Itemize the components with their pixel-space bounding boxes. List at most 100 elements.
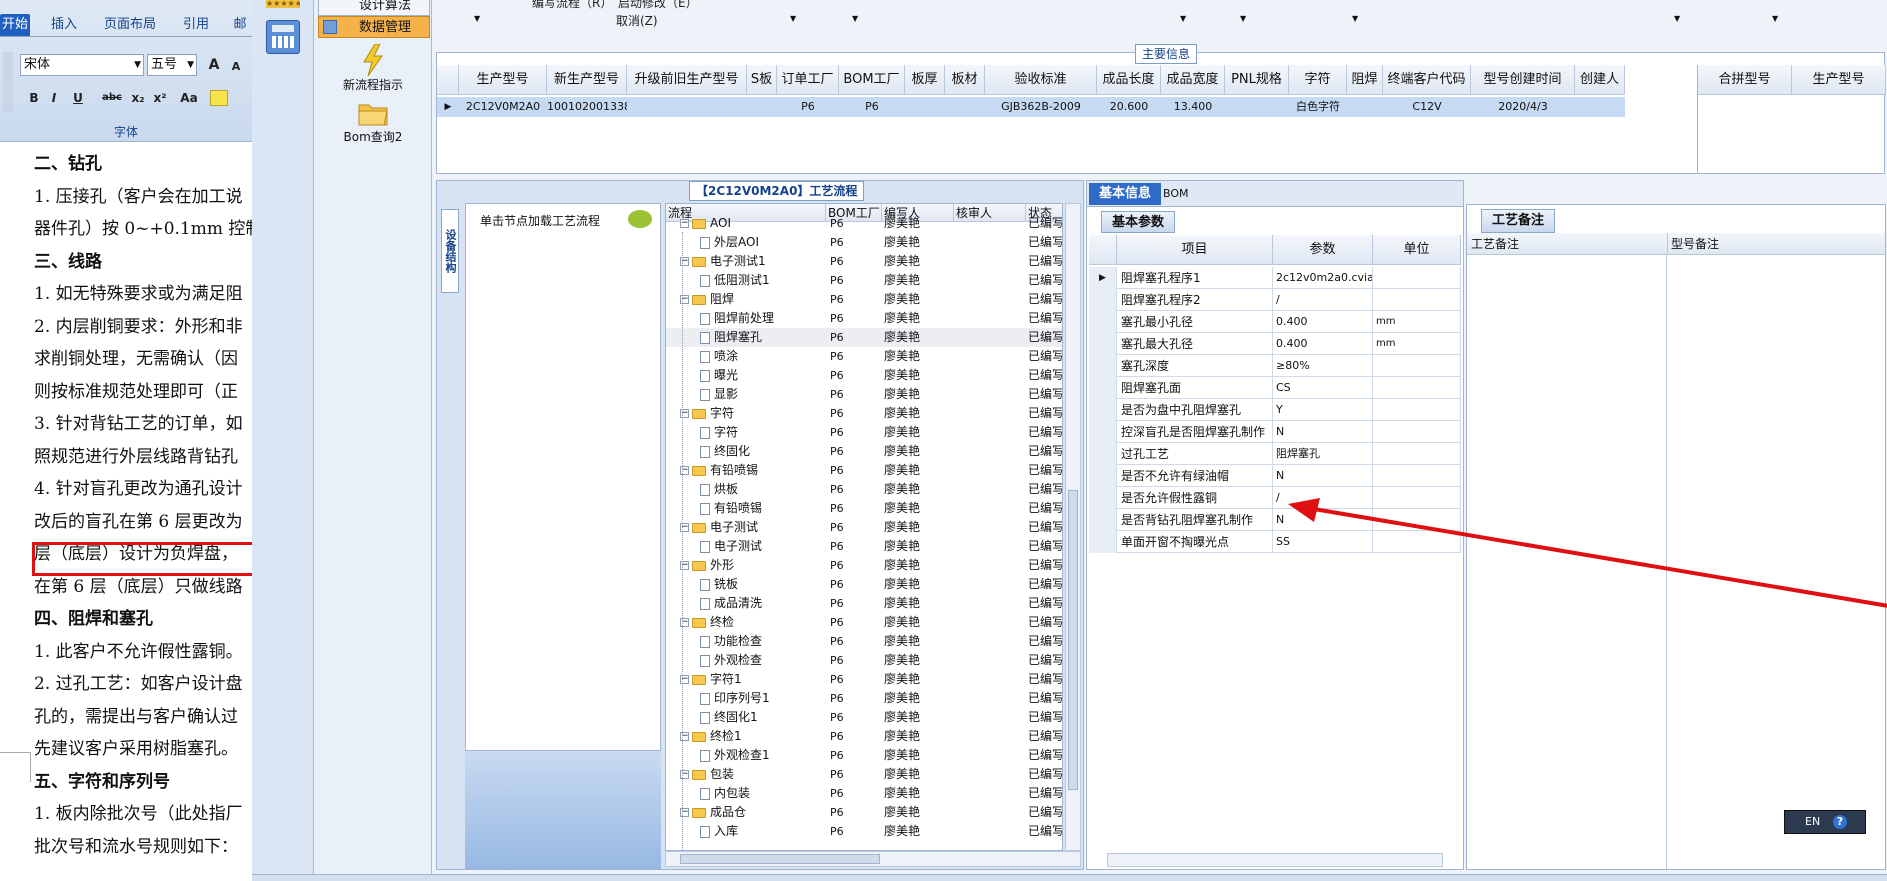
main-cell[interactable] [1347, 97, 1383, 117]
table-row[interactable]: 低阻测试1 P6 廖美艳 已编写 [666, 271, 1062, 290]
folder-icon[interactable] [358, 100, 388, 126]
main-cell[interactable]: C12V [1383, 97, 1471, 117]
main-cell[interactable]: P6 [839, 97, 905, 117]
main-cell[interactable] [747, 97, 777, 117]
select-all-corner[interactable] [437, 65, 459, 95]
lightning-icon[interactable] [360, 43, 386, 77]
font-name-select[interactable]: 宋体 ▼ [20, 54, 144, 76]
main-cell[interactable] [1225, 97, 1289, 117]
table-row[interactable]: 有铅喷锡 P6 廖美艳 已编写 [666, 499, 1062, 518]
flow-node[interactable]: − 成品仓 [666, 803, 826, 822]
flow-node[interactable]: − 电子测试 [666, 518, 826, 537]
flow-node[interactable]: 印序列号1 [666, 689, 826, 708]
param-value[interactable]: N [1273, 465, 1373, 487]
table-row[interactable]: − AOI P6 廖美艳 已编写 [666, 214, 1062, 233]
main-cell[interactable]: 白色字符 [1289, 97, 1347, 117]
main-col-header[interactable]: 升级前旧生产型号 [627, 65, 747, 95]
table-row[interactable]: 塞孔深度 ≥80% [1089, 355, 1461, 377]
param-value[interactable]: 0.400 [1273, 333, 1373, 355]
tab-page-layout[interactable]: 页面布局 [98, 14, 162, 36]
flow-node[interactable]: 内包装 [666, 784, 826, 803]
params-hscrollbar[interactable] [1107, 853, 1443, 867]
table-row[interactable]: − 外形 P6 廖美艳 已编写 [666, 556, 1062, 575]
bold-button[interactable]: B [24, 88, 44, 108]
chevron-down-icon[interactable]: ▼ [1240, 14, 1246, 23]
table-row[interactable]: 阻焊塞孔面 CS [1089, 377, 1461, 399]
data-management-button[interactable]: 数据管理 [318, 16, 430, 38]
main-cell[interactable]: GJB362B-2009 [985, 97, 1097, 117]
main-cell[interactable]: 2020/4/3 [1471, 97, 1575, 117]
flow-node[interactable]: 铣板 [666, 575, 826, 594]
table-row[interactable]: 外观检查1 P6 廖美艳 已编写 [666, 746, 1062, 765]
table-row[interactable]: 成品清洗 P6 廖美艳 已编写 [666, 594, 1062, 613]
main-cell[interactable] [627, 97, 747, 117]
main-col-header[interactable]: PNL规格 [1225, 65, 1289, 95]
flow-node[interactable]: 功能检查 [666, 632, 826, 651]
shrink-font-button[interactable]: A [226, 57, 246, 77]
flow-node[interactable]: 外观检查 [666, 651, 826, 670]
flow-hscrollbar[interactable] [665, 851, 1081, 867]
main-col-header[interactable]: 板厚 [905, 65, 945, 95]
tab-home[interactable]: 开始 [0, 14, 30, 36]
side-col-header[interactable]: 合拼型号 [1698, 65, 1792, 95]
table-row[interactable]: 功能检查 P6 廖美艳 已编写 [666, 632, 1062, 651]
table-row[interactable]: ▶ 阻焊塞孔程序1 2c12v0m2a0.cvia [1089, 267, 1461, 289]
superscript-button[interactable]: x² [150, 88, 170, 108]
main-col-header[interactable]: 阻焊 [1347, 65, 1383, 95]
table-row[interactable]: 是否为盘中孔阻焊塞孔 Y [1089, 399, 1461, 421]
flow-vscrollbar[interactable] [1065, 203, 1081, 851]
flow-node[interactable]: − 包装 [666, 765, 826, 784]
flow-node[interactable]: 有铅喷锡 [666, 499, 826, 518]
tab-basic-params[interactable]: 基本参数 [1101, 211, 1176, 233]
grow-font-button[interactable]: A [204, 55, 224, 75]
table-row[interactable]: 阻焊塞孔 P6 廖美艳 已编写 [666, 328, 1062, 347]
underline-button[interactable]: U [68, 88, 88, 108]
subscript-button[interactable]: x₂ [128, 88, 148, 108]
bom-query-item[interactable]: Bom查询2 [314, 128, 432, 145]
main-col-header[interactable]: 成品长度 [1097, 65, 1161, 95]
tab-process-remark[interactable]: 工艺备注 [1481, 209, 1556, 233]
document-page[interactable]: 二、钻孔 1. 压接孔（客户会在加工说器件孔）按 0~+0.1mm 控制， 三、线路… [0, 142, 252, 881]
flow-node[interactable]: 外层AOI [666, 233, 826, 252]
flow-node[interactable]: 电子测试 [666, 537, 826, 556]
italic-button[interactable]: I [44, 88, 64, 108]
flow-node[interactable]: − 电子测试1 [666, 252, 826, 271]
flow-node[interactable]: 烘板 [666, 480, 826, 499]
main-cell[interactable]: P6 [777, 97, 839, 117]
table-row[interactable]: 阻焊塞孔程序2/ [1089, 289, 1461, 311]
flow-node[interactable]: 曝光 [666, 366, 826, 385]
table-row[interactable]: 外观检查 P6 廖美艳 已编写 [666, 651, 1062, 670]
table-row[interactable]: 终固化 P6 廖美艳 已编写 [666, 442, 1062, 461]
table-row[interactable]: 终固化1 P6 廖美艳 已编写 [666, 708, 1062, 727]
param-value[interactable]: 2c12v0m2a0.cvia [1273, 267, 1373, 289]
params-col-header[interactable]: 单位 [1373, 235, 1461, 265]
table-row[interactable]: − 字符 P6 廖美艳 已编写 [666, 404, 1062, 423]
font-size-select[interactable]: 五号 ▼ [147, 54, 197, 76]
main-cell[interactable]: 10010200133857 [547, 97, 627, 117]
chevron-down-icon[interactable]: ▼ [1772, 14, 1778, 23]
main-cell[interactable]: 20.600 [1097, 97, 1161, 117]
table-row[interactable]: 控深盲孔是否阻焊塞孔制作 N [1089, 421, 1461, 443]
main-col-header[interactable]: 型号创建时间 [1471, 65, 1575, 95]
main-col-header[interactable]: 终端客户代码 [1383, 65, 1471, 95]
table-row[interactable]: − 阻焊 P6 廖美艳 已编写 [666, 290, 1062, 309]
table-row[interactable]: 显影 P6 廖美艳 已编写 [666, 385, 1062, 404]
main-col-header[interactable]: 成品宽度 [1161, 65, 1225, 95]
tab-references[interactable]: 引用 [176, 14, 216, 36]
param-value[interactable]: CS [1273, 377, 1373, 399]
menu-start-modify[interactable]: 启动修改（E） [618, 0, 698, 11]
flow-node[interactable]: 成品清洗 [666, 594, 826, 613]
table-row[interactable]: − 有铅喷锡 P6 廖美艳 已编写 [666, 461, 1062, 480]
chevron-down-icon[interactable]: ▼ [1674, 14, 1680, 23]
param-value[interactable]: 阻焊塞孔 [1273, 443, 1373, 465]
table-row[interactable]: 曝光 P6 廖美艳 已编写 [666, 366, 1062, 385]
help-icon[interactable]: ? [1833, 815, 1847, 829]
flow-node[interactable]: 外观检查1 [666, 746, 826, 765]
new-flow-item[interactable]: 新流程指示 [314, 76, 432, 93]
flow-node[interactable]: 终固化1 [666, 708, 826, 727]
table-row[interactable]: 外层AOI P6 廖美艳 已编写 [666, 233, 1062, 252]
main-col-header[interactable]: S板 [747, 65, 777, 95]
table-row[interactable]: 印序列号1 P6 廖美艳 已编写 [666, 689, 1062, 708]
chevron-down-icon[interactable]: ▼ [474, 14, 480, 23]
strikethrough-button[interactable]: abc [102, 88, 122, 108]
